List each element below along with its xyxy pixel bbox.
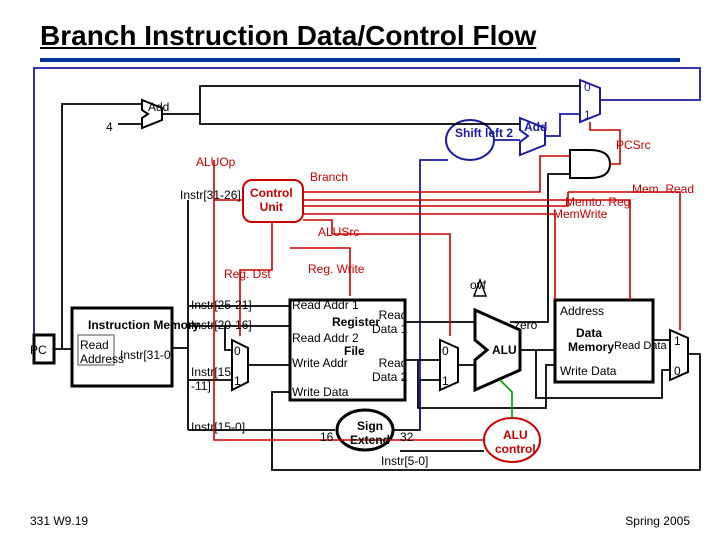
label-four: 4 [106, 120, 113, 134]
label-wdata: Write Data [292, 385, 348, 399]
label-waddr: Write Addr [292, 356, 348, 370]
label-read-addr: Read Address [80, 338, 124, 366]
bits-20-16: Instr[20-16] [191, 318, 252, 332]
label-sign-ext: Sign Extend [350, 419, 390, 447]
sig-memwrite: MemWrite [553, 207, 607, 221]
sig-memtoreg: Memto. Reg [565, 195, 630, 209]
sig-alusrc: ALUSrc [318, 225, 359, 239]
label-dm-rdata: Read Data [614, 340, 667, 352]
sig-regdst: Reg. Dst [224, 267, 271, 281]
label-16: 16 [320, 430, 333, 444]
label-rdata1: Read Data 1 [372, 308, 407, 336]
label-pc: PC [30, 343, 47, 357]
label-alu-control: ALU control [495, 428, 536, 456]
label-radd2: Read Addr 2 [292, 331, 359, 345]
bits-15-0: Instr[15-0] [191, 420, 245, 434]
label-mux-regdst0: 0 [234, 344, 241, 358]
label-dm-wdata: Write Data [560, 364, 616, 378]
label-zero: zero [514, 318, 537, 332]
label-mux-pcsrc0: 0 [584, 80, 591, 94]
label-radd1: Read Addr 1 [292, 298, 359, 312]
sig-branch: Branch [310, 170, 348, 184]
label-dm-addr: Address [560, 304, 604, 318]
label-alu: ALU [492, 343, 517, 357]
label-shift-left: Shift left 2 [455, 126, 513, 140]
label-control: Control Unit [250, 186, 293, 214]
label-add1: Add [148, 100, 169, 114]
bits-25-21: Instr[25-21] [191, 298, 252, 312]
label-mux-regdst1: 1 [234, 374, 241, 388]
label-mux-m2r1: 1 [674, 334, 681, 348]
sig-pcsrc: PCSrc [616, 138, 651, 152]
label-instr-out: Instr[31-0] [120, 348, 174, 362]
label-dm2: Memory [568, 340, 614, 354]
label-add2: Add [524, 120, 547, 134]
label-mux-alusrc1: 1 [442, 374, 449, 388]
label-dm1: Data [576, 326, 602, 340]
label-32: 32 [400, 430, 413, 444]
bits-5-0: Instr[5-0] [381, 454, 428, 468]
bits-15-11: Instr[15 -11] [191, 365, 231, 393]
label-mux-alusrc0: 0 [442, 344, 449, 358]
sig-memread: Mem. Read [632, 182, 694, 196]
label-mux-pcsrc1: 1 [584, 108, 591, 122]
label-mux-m2r0: 0 [674, 364, 681, 378]
footer-left: 331 W9.19 [30, 514, 88, 528]
sig-aluop: ALUOp [196, 155, 235, 169]
footer-right: Spring 2005 [625, 514, 690, 528]
label-instr-mem: Instruction Memory [88, 318, 199, 332]
sig-regwrite: Reg. Write [308, 262, 364, 276]
label-ovf: ovf [470, 278, 486, 292]
bits-31-26: Instr[31-26] [180, 188, 241, 202]
label-rdata2: Read Data 2 [372, 356, 407, 384]
